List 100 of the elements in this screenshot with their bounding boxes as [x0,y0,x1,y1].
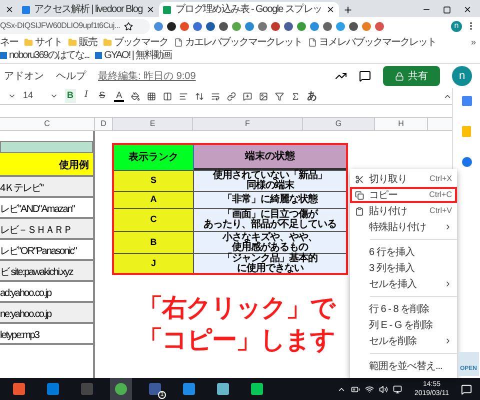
table-cell: レビ－ＳＨＡＲＰ [0,219,93,240]
notifications-icon[interactable] [461,384,472,394]
bookmark-item[interactable]: GYAO! | 無料動画 [95,49,172,62]
cell-text: 小さなキズや、やや、 [222,232,318,242]
table-cell: 4Ｋテレビ" [0,177,93,198]
comment-icon[interactable] [243,92,252,100]
cell-text: あったり、部品が不足している [204,220,336,230]
menu-item[interactable]: 範囲を並べ替え... [350,358,457,374]
column-header[interactable]: C [0,118,95,130]
column-header[interactable]: H [375,118,428,130]
activity-icon[interactable] [335,70,347,82]
filter-icon[interactable] [275,92,284,100]
menu-item[interactable]: 特殊貼り付け [350,219,457,235]
table-cell: C [114,209,194,231]
cell-text: 「画面」に目立つ傷が [222,210,318,220]
menu-item[interactable]: セルを挿入 [350,276,457,292]
cell-text: 同様の端末 [246,181,294,191]
tab-favicon-icon [22,6,30,14]
menu-item[interactable]: ヘルプ [56,68,86,84]
functions-icon[interactable] [291,92,300,100]
dropdown-icon[interactable] [8,92,16,100]
tasks-icon[interactable] [462,157,472,167]
site-icon [0,52,7,59]
close-tab-icon[interactable] [146,5,156,14]
column-header[interactable]: G [303,118,375,130]
scissors-icon [355,174,364,184]
close-tab-icon[interactable] [4,5,14,14]
bookmark-item[interactable]: ヨメレバブックマークレット [308,36,436,49]
address-field[interactable]: QSx-DIQSIJFW60DLIO9upf1t6Cuj... [0,18,150,34]
profile-avatar[interactable]: n [452,66,472,86]
close-icon[interactable] [463,5,472,14]
menu-item[interactable]: 3 列を挿入 [350,260,457,276]
table-cell: J [114,254,194,273]
app-icon[interactable] [149,383,161,395]
bookmark-item[interactable]: サイト [24,36,62,49]
caption-text: 「コピー」します [138,325,335,355]
bookmark-item[interactable]: カエレバブックマークレット [174,36,302,49]
bookmark-item[interactable]: ネー [0,36,18,49]
align-icon[interactable] [179,92,188,100]
clipboard-icon [355,206,364,216]
table-header-cell: 表示ランク [114,145,194,170]
column-header[interactable]: F [193,118,303,130]
new-tab-icon[interactable] [342,4,353,14]
bold-button[interactable]: B [65,89,76,103]
italic-button[interactable]: I [82,89,90,103]
strikethrough-button[interactable]: S [97,89,108,103]
bookmark-star-icon[interactable] [124,22,134,30]
menu-item[interactable]: 切り取り Ctrl+X [350,171,457,187]
wrap-text-icon[interactable] [211,92,220,100]
text-color-button[interactable]: A [114,90,124,102]
chart-icon[interactable] [259,92,268,100]
browser-tab[interactable]: アクセス解析 | livedoor Blog [18,2,160,17]
volume-icon[interactable] [379,384,388,394]
menu-item[interactable]: 列 E - G を削除 [350,317,457,333]
folder-icon [68,38,77,47]
dropdown-icon[interactable] [50,92,58,100]
bookmark-item[interactable]: noboru369のはてな... [0,49,90,62]
font-size-field[interactable]: 14 [23,89,43,103]
cell-text: 使用感があるもの [232,242,308,252]
menu-item[interactable]: 行 6 - 8 を削除 [350,301,457,317]
display-icon[interactable] [393,384,402,394]
input-tools-button[interactable]: あ [307,88,318,104]
menu-item[interactable]: 6 行を挿入 [350,244,457,260]
table-header-cell: 使用例 [0,153,93,177]
link-icon[interactable] [227,92,236,100]
menu-item[interactable]: コピー Ctrl+C [350,187,457,203]
battery-icon[interactable] [351,384,360,394]
wifi-icon[interactable] [365,384,374,394]
lock-icon [395,72,404,80]
table-header-cell: 端末の状態 [194,145,346,170]
bookmark-item[interactable]: ブックマーク [103,36,168,49]
bookmark-item[interactable]: 販売 [68,36,97,49]
share-button[interactable]: 共有 [383,66,440,86]
fill-color-icon[interactable] [131,92,140,100]
more-bookmarks-button[interactable]: » [470,36,476,49]
last-edit-link[interactable]: 最終編集: 昨日の 9:09 [98,68,196,84]
maximize-icon[interactable] [443,6,451,14]
folder-icon [24,38,33,47]
tab-favicon-icon [163,6,172,14]
vertical-align-icon[interactable] [195,92,204,100]
table-cell: ビ site:pawakichi.xyz [0,261,93,282]
cell-text: に使用できない [236,264,304,274]
copy-icon [355,190,364,200]
column-header[interactable]: E [113,118,193,130]
cell-text: 使用されていない「新品」 [213,171,327,181]
borders-icon[interactable] [147,92,156,100]
menu-item[interactable]: アドオン [4,68,44,84]
menu-item[interactable]: 貼り付け Ctrl+V [350,203,457,219]
menu-item[interactable]: セルを削除 [350,333,457,349]
site-icon [95,52,102,59]
cell-text: 「ジャンク品」基本的 [222,254,318,264]
folder-icon [103,38,112,47]
browser-tab[interactable]: ブログ埋め込み表 - Google スプレッ [159,2,339,17]
comments-icon[interactable] [359,70,371,82]
profile-avatar[interactable]: n [451,20,462,32]
page-icon [308,38,317,47]
cell-text: 「非常」に綺麗な状態 [222,195,318,205]
calendar-icon[interactable] [462,96,472,106]
merge-cells-icon[interactable] [163,92,172,100]
close-tab-icon[interactable] [326,5,335,14]
